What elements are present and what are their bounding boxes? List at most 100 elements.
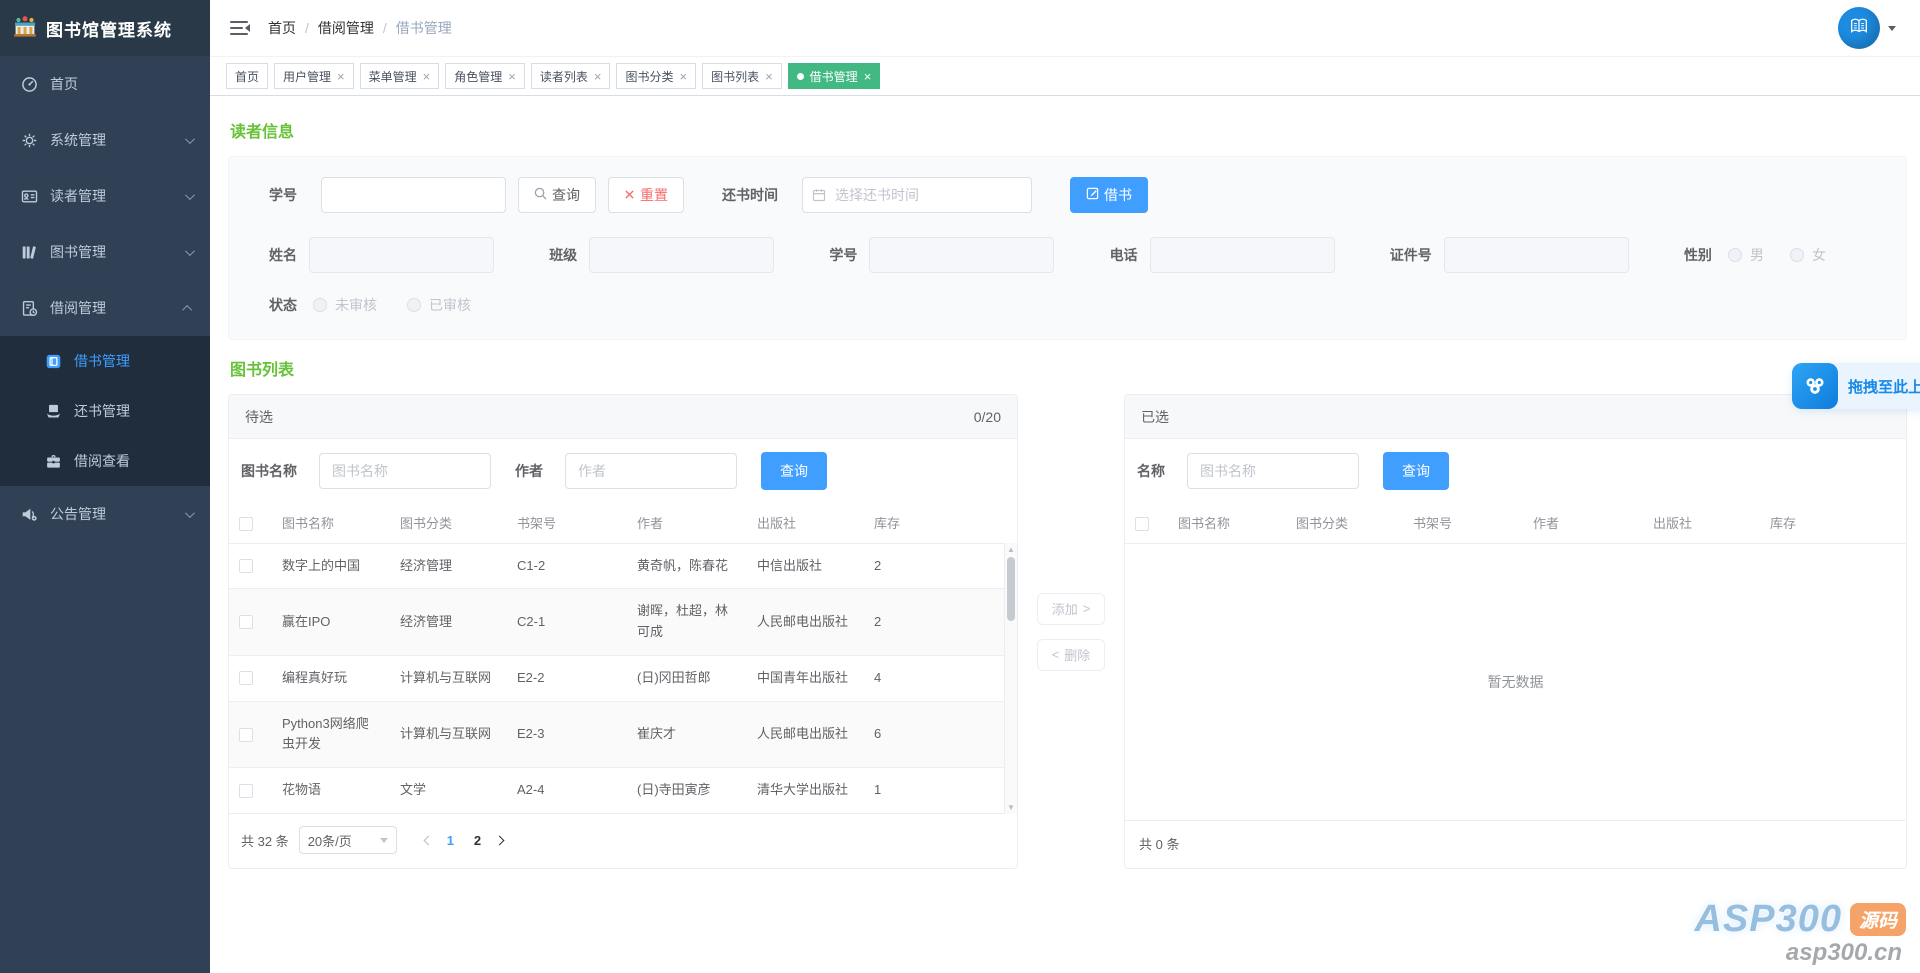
return-time-input[interactable] [802,177,1032,213]
table-cell: 清华大学出版社 [747,768,864,814]
app-logo: 图书馆管理系统 [0,0,210,56]
status-label: 状态 [269,295,297,315]
column-header[interactable]: 图书分类 [1286,503,1403,543]
author-input[interactable] [565,453,737,489]
column-header[interactable]: 书架号 [507,503,627,543]
close-icon[interactable]: × [508,70,516,83]
close-icon[interactable]: × [594,70,602,83]
book-name-input[interactable] [319,453,491,489]
user-avatar[interactable] [1838,7,1880,49]
tab-book-list[interactable]: 图书列表× [702,63,782,89]
column-header[interactable]: 出版社 [1643,503,1760,543]
sidebar-subitem-lend[interactable]: 借书管理 [0,336,210,386]
select-all-checkbox[interactable] [1135,517,1149,531]
tab-readers[interactable]: 读者列表× [531,63,611,89]
table-cell: 1 [864,768,1017,814]
tab-roles[interactable]: 角色管理× [445,63,525,89]
row-checkbox[interactable] [239,615,253,629]
selected-query-button[interactable]: 查询 [1383,452,1449,490]
column-header[interactable]: 图书名称 [272,503,390,543]
column-header[interactable]: 图书分类 [390,503,507,543]
selected-name-label: 名称 [1137,461,1165,481]
prev-page-icon[interactable] [423,835,433,845]
table-row[interactable]: 编程真好玩计算机与互联网E2-2(日)冈田哲郎中国青年出版社4 [229,655,1017,701]
select-all-checkbox[interactable] [239,517,253,531]
page-1-button[interactable]: 1 [442,833,459,848]
close-icon[interactable]: × [337,70,345,83]
scroll-up-icon[interactable]: ▲ [1005,545,1017,554]
books-icon [20,243,38,261]
sidebar-item-label: 图书管理 [50,242,106,262]
row-checkbox[interactable] [239,728,253,742]
row-checkbox[interactable] [239,559,253,573]
avatar-dropdown-caret-icon[interactable] [1888,26,1896,31]
table-scrollbar[interactable]: ▲ ▼ [1004,543,1017,814]
table-row[interactable]: Python3网络爬虫开发计算机与互联网E2-3崔庆才人民邮电出版社6 [229,701,1017,768]
table-cell: 中国青年出版社 [747,655,864,701]
column-header[interactable]: 库存 [864,503,1017,543]
sidebar-item-borrow[interactable]: 借阅管理 [0,280,210,336]
sidebar-item-system[interactable]: 系统管理 [0,112,210,168]
breadcrumb-parent[interactable]: 借阅管理 [318,18,374,38]
selected-books-panel: 已选 名称 查询 图书名称 图书分类 [1124,394,1907,869]
drag-upload-widget[interactable]: 拖拽至此上传 [1792,363,1920,409]
sidebar: 图书馆管理系统 首页 系统管理 读者管理 图书管理 [0,0,210,973]
table-cell: 4 [864,655,1017,701]
breadcrumb-home[interactable]: 首页 [268,18,296,38]
sidebar-subitem-return[interactable]: 还书管理 [0,386,210,436]
table-cell: 编程真好玩 [272,655,390,701]
idcard-input [1444,237,1629,273]
table-row[interactable]: 赢在IPO经济管理C2-1谢晖，杜超，林可成人民邮电出版社2 [229,589,1017,656]
table-cell: E2-2 [507,655,627,701]
remove-button[interactable]: <删除 [1037,639,1105,671]
cloud-drive-icon[interactable] [1792,363,1838,409]
column-header[interactable]: 出版社 [747,503,864,543]
student-no-input[interactable] [321,177,506,213]
tab-users[interactable]: 用户管理× [274,63,354,89]
row-checkbox[interactable] [239,671,253,685]
gender-radio-female: 女 [1790,245,1826,265]
page-2-button[interactable]: 2 [469,833,486,848]
sidebar-item-home[interactable]: 首页 [0,56,210,112]
close-icon[interactable]: × [423,70,431,83]
app-title: 图书馆管理系统 [46,16,172,41]
selected-name-input[interactable] [1187,453,1359,489]
tab-book-categories[interactable]: 图书分类× [616,63,696,89]
close-icon[interactable]: × [679,70,687,83]
active-dot-icon [797,73,804,80]
transfer-buttons: 添加> <删除 [1018,394,1124,869]
pending-books-panel: 待选 0/20 图书名称 作者 查询 [228,394,1018,869]
column-header[interactable]: 作者 [1523,503,1643,543]
pending-query-button[interactable]: 查询 [761,452,827,490]
tab-home[interactable]: 首页 [226,63,268,89]
next-page-icon[interactable] [495,835,505,845]
table-cell: 经济管理 [390,543,507,589]
column-header[interactable]: 作者 [627,503,747,543]
scroll-down-icon[interactable]: ▼ [1005,803,1017,812]
sidebar-item-books[interactable]: 图书管理 [0,224,210,280]
query-button[interactable]: 查询 [518,177,596,213]
sidebar-item-readers[interactable]: 读者管理 [0,168,210,224]
borrow-button[interactable]: 借书 [1070,177,1148,213]
row-checkbox[interactable] [239,784,253,798]
reset-button[interactable]: 重置 [608,177,684,213]
sidebar-collapse-icon[interactable] [230,20,250,36]
close-icon[interactable]: × [765,70,773,83]
add-button[interactable]: 添加> [1037,593,1105,625]
column-header[interactable]: 库存 [1760,503,1906,543]
table-row[interactable]: 数字上的中国经济管理C1-2黄奇帆，陈春花中信出版社2 [229,543,1017,589]
tab-menus[interactable]: 菜单管理× [360,63,440,89]
sidebar-item-notice[interactable]: 公告管理 [0,486,210,542]
table-row[interactable]: 花物语文学A2-4(日)寺田寅彦清华大学出版社1 [229,768,1017,814]
column-header[interactable]: 书架号 [1403,503,1523,543]
column-header[interactable]: 图书名称 [1168,503,1286,543]
page-size-select[interactable]: 20条/页 [299,826,397,854]
sno-input [869,237,1054,273]
sidebar-subitem-view[interactable]: 借阅查看 [0,436,210,486]
scrollbar-thumb[interactable] [1007,557,1015,621]
tab-lend-manage[interactable]: 借书管理× [788,63,881,89]
table-cell: A2-4 [507,768,627,814]
close-icon[interactable]: × [864,70,872,83]
total-count: 共 32 条 [241,831,289,850]
book-return-icon [44,402,62,420]
